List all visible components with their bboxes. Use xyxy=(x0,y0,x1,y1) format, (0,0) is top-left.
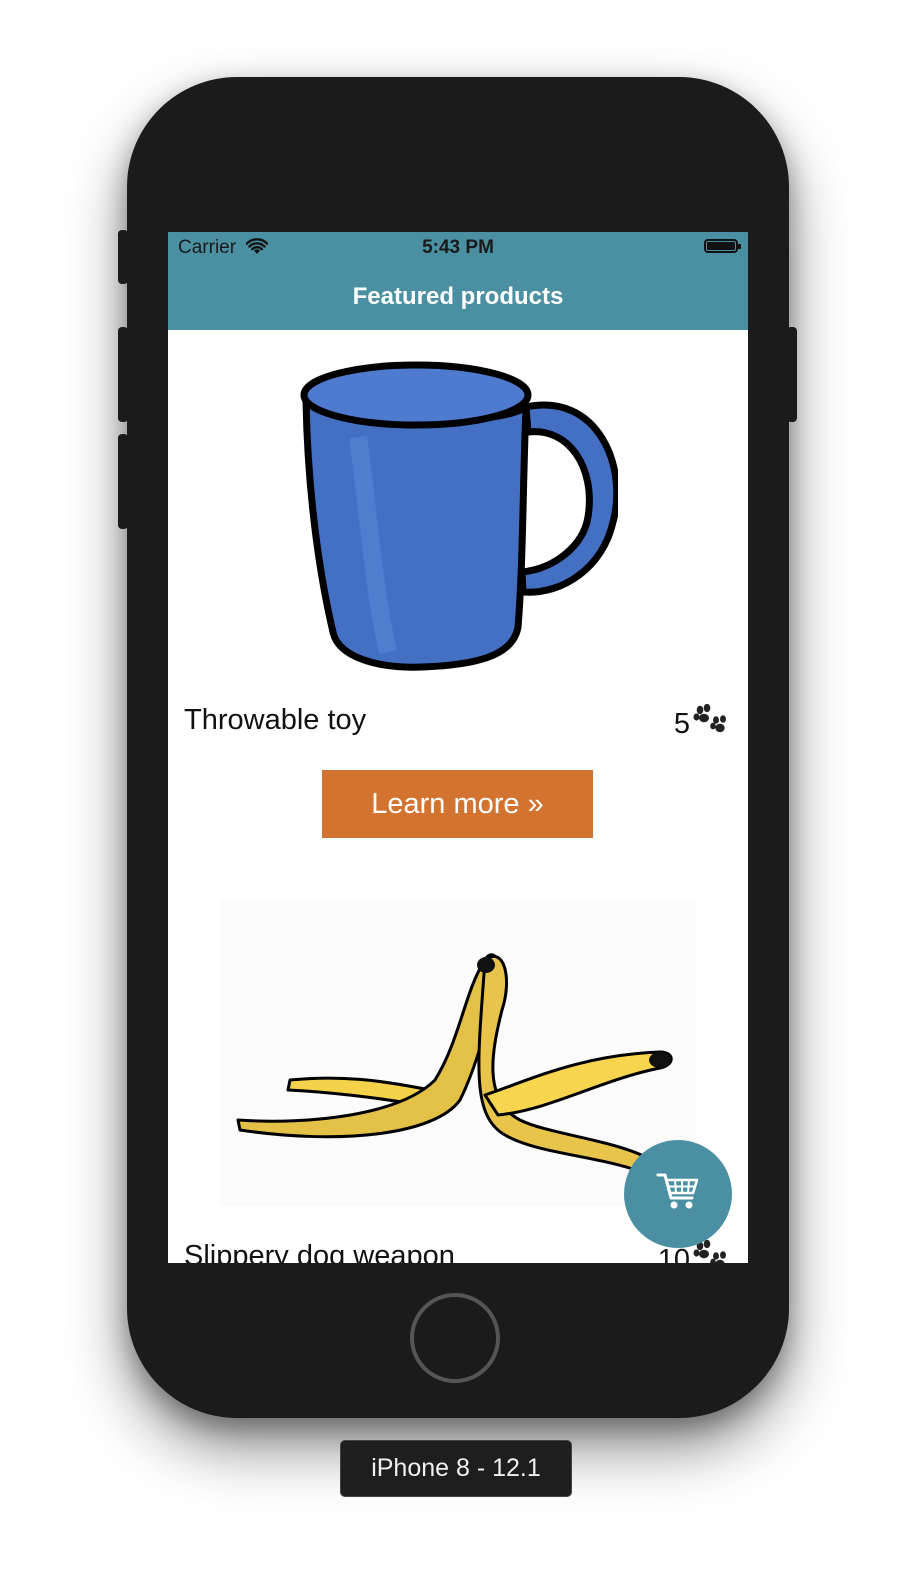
product-name: Slippery dog weapon xyxy=(184,1240,455,1263)
simulator-device-label: iPhone 8 - 12.1 xyxy=(340,1440,572,1497)
cart-icon xyxy=(656,1171,700,1218)
product-price: 5 xyxy=(673,703,728,744)
price-value: 5 xyxy=(673,707,690,740)
battery-icon xyxy=(704,239,741,253)
nav-bar: Featured products xyxy=(168,264,748,330)
product-image-banana-peel[interactable] xyxy=(220,900,696,1206)
page-title: Featured products xyxy=(352,283,564,310)
clock: 5:43 PM xyxy=(422,237,494,258)
mug-icon xyxy=(300,361,621,671)
paw-icon xyxy=(692,703,728,744)
status-bar: Carrier 5:43 PM xyxy=(168,232,748,264)
learn-more-button[interactable]: Learn more » xyxy=(322,770,593,838)
power-button xyxy=(787,327,797,422)
product-image-mug[interactable] xyxy=(298,357,621,682)
mute-switch xyxy=(118,230,128,284)
home-button[interactable] xyxy=(410,1293,500,1383)
product-name: Throwable toy xyxy=(184,704,367,736)
volume-up-button xyxy=(118,327,128,422)
cart-button[interactable] xyxy=(624,1140,732,1248)
banana-peel-icon xyxy=(236,953,673,1177)
app-screen: Carrier 5:43 PM Featured products Throwa… xyxy=(168,232,748,1263)
volume-down-button xyxy=(118,434,128,529)
